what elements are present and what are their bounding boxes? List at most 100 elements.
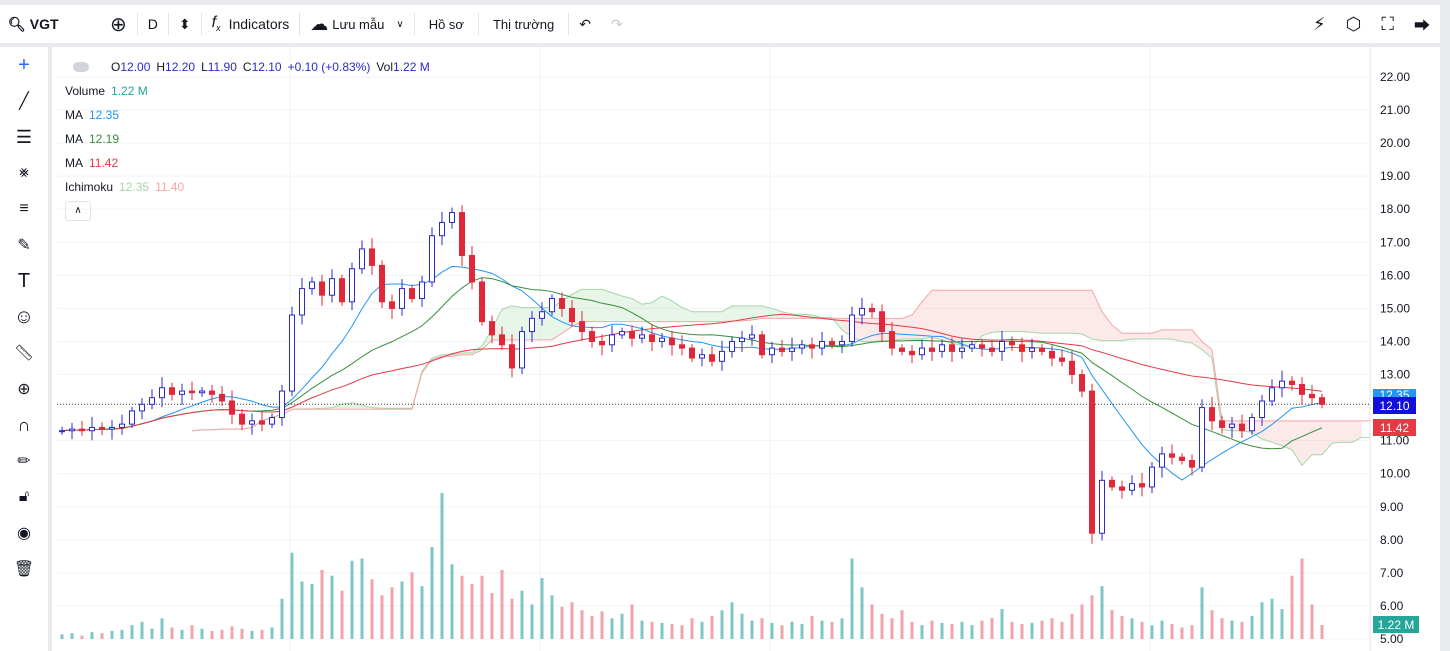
horizontal-lines-tool[interactable]: ☰ [0, 119, 48, 155]
candle-body [399, 288, 405, 309]
volume-bar [780, 625, 784, 639]
candle-body [1089, 390, 1095, 534]
magnet-tool[interactable]: ∩ [0, 407, 48, 443]
volume-bar [850, 558, 854, 639]
candle-body [359, 248, 365, 270]
hide-toggle[interactable] [73, 62, 89, 72]
alert-button[interactable]: ⚡︎ [1303, 5, 1336, 43]
volume-bar [230, 626, 234, 639]
save-layout-button[interactable]: ☁︎ Lưu mẫu ∨ [300, 5, 413, 43]
volume-bar [650, 621, 654, 639]
candle-body [169, 387, 175, 395]
ichimoku-cloud-segment [1072, 290, 1082, 335]
candle-body [129, 410, 135, 425]
y-tick-label: 19.00 [1380, 169, 1410, 183]
indicators-button[interactable]: fx Indicators [202, 5, 300, 43]
trendline-tool[interactable]: ╱ [0, 83, 48, 119]
candle-body [1289, 380, 1295, 385]
share-button[interactable]: ⮕ [1404, 5, 1440, 43]
candle-body [1149, 466, 1155, 488]
ichimoku-cloud-segment [1132, 333, 1142, 340]
volume-legend[interactable]: Volume 1.22 M [65, 79, 430, 103]
volume-bar [590, 616, 594, 639]
volume-bar [140, 621, 144, 639]
save-label: Lưu mẫu [332, 16, 385, 32]
crosshair-tool[interactable]: + [0, 47, 48, 83]
volume-bar [1140, 621, 1144, 639]
candle-body [1199, 407, 1205, 468]
ichimoku-cloud-segment [862, 318, 872, 342]
chart-type-button[interactable]: ⬍ [169, 5, 201, 43]
candle-body [529, 317, 535, 333]
moving-average-line-1 [61, 265, 1323, 481]
fib-icon: ≡ [19, 200, 29, 217]
emoji-tool[interactable]: ☺ [0, 299, 48, 335]
ichimoku-cloud-segment [992, 290, 1002, 333]
interval-label: D [147, 16, 158, 32]
symbol-search-button[interactable]: 🔍︎ VGT [0, 5, 100, 43]
lock-drawing-tool[interactable]: ✏ [0, 443, 48, 479]
volume-bar [580, 610, 584, 639]
candle-body [569, 307, 575, 323]
candle-body [69, 428, 75, 432]
ruler-tool[interactable]: 📏︎ [0, 335, 48, 371]
ichimoku-cloud-segment [1102, 311, 1112, 341]
ichimoku-cloud-segment [702, 311, 712, 322]
ma-legend-2[interactable]: MA 12.19 [65, 127, 430, 151]
ohlc-change: +0.10 (+0.83%) [287, 60, 371, 74]
volume-bar [460, 575, 464, 639]
hide-tool[interactable]: ◉ [0, 515, 48, 551]
ichimoku-cloud-segment [1062, 290, 1072, 334]
ma-slow-price-tag: 11.42 [1373, 419, 1416, 436]
candle-body [709, 354, 715, 362]
undo-button[interactable]: ↶ [569, 5, 601, 43]
volume-bar [280, 598, 284, 639]
candle-body [1019, 344, 1025, 352]
right-border [1440, 0, 1450, 651]
candle-body [779, 347, 785, 352]
volume-bar [670, 624, 674, 639]
ichimoku-cloud-segment [1342, 420, 1352, 443]
ichimoku-cloud-segment [1162, 329, 1172, 340]
volume-bar [920, 625, 924, 639]
ma-legend-3[interactable]: MA 11.42 [65, 151, 430, 175]
legend-value: 1.22 M [111, 84, 148, 98]
fullscreen-button[interactable]: ⛶ [1371, 5, 1404, 43]
brush-tool[interactable]: ✎ [0, 227, 48, 263]
settings-button[interactable]: ⬡ [1336, 5, 1372, 43]
redo-button[interactable]: ↷ [601, 5, 633, 43]
legend-label: Ichimoku [65, 180, 114, 194]
candle-body [909, 350, 915, 356]
profile-button[interactable]: Hồ sơ [415, 5, 478, 43]
lock-tool[interactable]: 🔓︎ [0, 479, 48, 515]
ichimoku-cloud-segment [972, 290, 982, 348]
cloud-icon: ☁︎ [310, 13, 329, 34]
volume-bar [100, 633, 104, 639]
fib-tool[interactable]: ≡ [0, 191, 48, 227]
candle-body [439, 221, 445, 237]
pattern-tool[interactable]: ⨳ [0, 155, 48, 191]
volume-bar [770, 622, 774, 639]
candle-body [1059, 357, 1065, 362]
ichimoku-legend[interactable]: Ichimoku 12.35 11.40 [65, 175, 430, 199]
volume-bar [240, 628, 244, 639]
text-tool[interactable]: T [0, 263, 48, 299]
volume-bar [1290, 575, 1294, 639]
volume-bar [660, 622, 664, 639]
ohlc-volume: Vol1.22 M [376, 60, 430, 74]
volume-bar [740, 613, 744, 639]
candle-body [959, 347, 965, 352]
legend-value: 12.19 [89, 132, 120, 146]
ma-legend-1[interactable]: MA 12.35 [65, 103, 430, 127]
candle-body [719, 350, 725, 362]
volume-bar [990, 618, 994, 639]
compare-button[interactable]: ⊕ [100, 5, 137, 43]
volume-bar [1180, 627, 1184, 639]
interval-button[interactable]: D [138, 5, 168, 43]
market-button[interactable]: Thị trường [479, 5, 568, 43]
legend-value: 11.42 [89, 156, 119, 170]
zoom-tool[interactable]: ⊕ [0, 371, 48, 407]
collapse-legend-button[interactable]: ∧ [65, 201, 91, 221]
delete-tool[interactable]: 🗑︎ [0, 551, 48, 587]
volume-bar [1200, 587, 1204, 639]
